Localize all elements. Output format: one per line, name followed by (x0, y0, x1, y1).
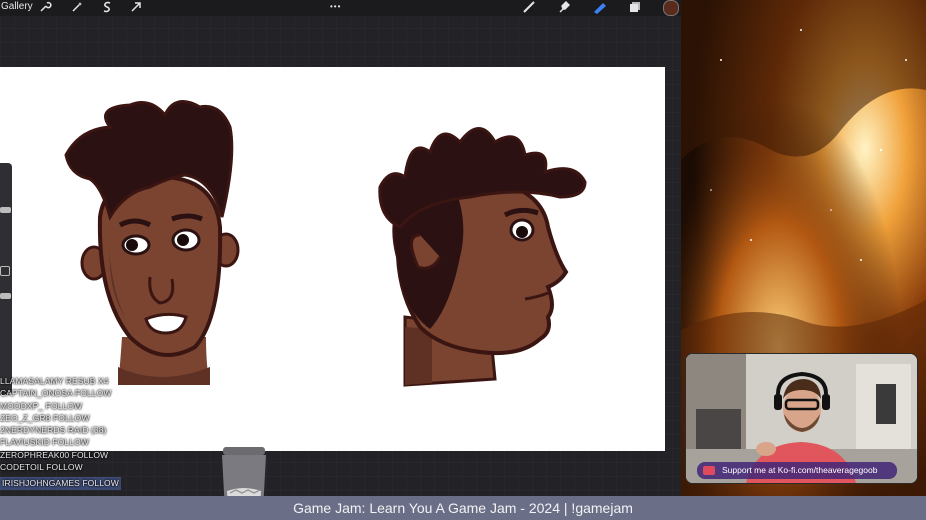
brush-icon[interactable] (522, 0, 536, 14)
chat-line: CAPTAIN_ONOSA FOLLOW (0, 388, 112, 399)
chat-line: ZEROPHREAK00 FOLLOW (0, 449, 109, 460)
chat-line: FLAVIUSKID FOLLOW (0, 437, 89, 448)
chat-line-highlighted: IRISHJOHNGAMES FOLLOW (0, 477, 121, 490)
procreate-app: Gallery ••• LLAMASALAMY RESUB X4 CAPTAIN… (0, 0, 681, 496)
tip-jar-icon (220, 445, 268, 496)
smudge-icon[interactable] (557, 0, 571, 14)
stream-title-bar: Game Jam: Learn You A Game Jam - 2024 | … (0, 496, 926, 520)
selection-icon[interactable] (100, 0, 114, 14)
chat-line: LLAMASALAMY RESUB X4 (0, 376, 109, 386)
color-swatch[interactable] (663, 0, 679, 16)
brush-size-slider-handle[interactable] (0, 207, 11, 213)
layers-icon[interactable] (628, 0, 642, 14)
opacity-slider-handle[interactable] (0, 293, 11, 299)
side-face-drawing (378, 127, 587, 387)
gallery-button[interactable]: Gallery (1, 0, 33, 14)
chat-line: ZEO_Z_GR8 FOLLOW (0, 412, 90, 423)
modify-square-button[interactable] (0, 266, 10, 276)
eraser-icon[interactable] (592, 0, 608, 14)
chat-overlay: LLAMASALAMY RESUB X4 CAPTAIN_ONOSA FOLLO… (0, 375, 121, 491)
kofi-banner[interactable]: Support me at Ko-fi.com/theaveragegoob (697, 462, 897, 479)
brush-size-sidebar (0, 163, 12, 395)
chat-line: 2NERDYNERDS RAID (38) (0, 425, 107, 436)
stream-title: Game Jam: Learn You A Game Jam - 2024 | … (293, 500, 633, 516)
chat-line: CODETOIL FOLLOW (0, 462, 83, 473)
wrench-icon[interactable] (38, 0, 52, 14)
kofi-cup-icon (703, 466, 715, 475)
magic-wand-icon[interactable] (70, 0, 84, 14)
transform-arrow-icon[interactable] (129, 0, 143, 14)
top-toolbar: Gallery ••• (0, 0, 681, 16)
more-dots-icon[interactable]: ••• (330, 0, 341, 14)
chat-line: MOODXP_ FOLLOW (0, 400, 83, 411)
kofi-text: Support me at Ko-fi.com/theaveragegoob (722, 465, 878, 475)
front-face-drawing (64, 100, 240, 385)
